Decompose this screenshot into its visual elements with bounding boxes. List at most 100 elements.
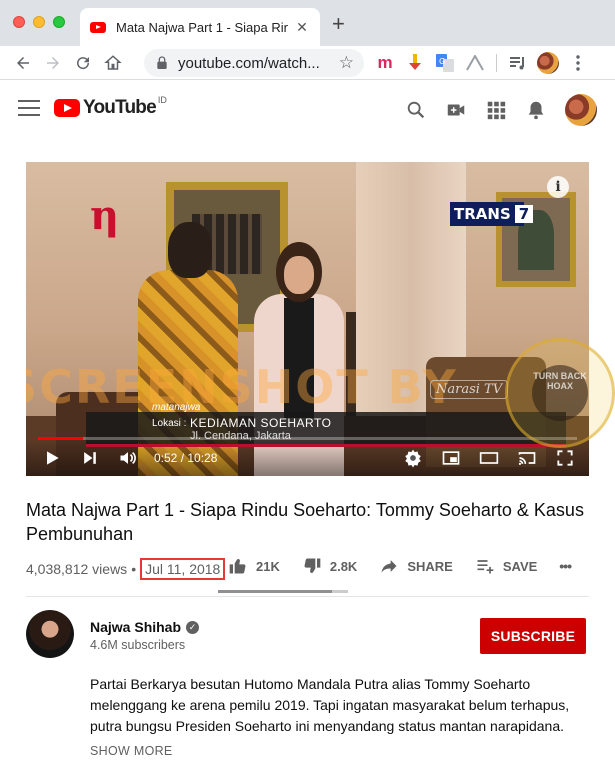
play-icon — [47, 451, 59, 465]
play-button[interactable] — [40, 446, 64, 470]
info-icon[interactable]: i — [547, 176, 569, 198]
volume-button[interactable] — [116, 446, 140, 470]
video-description: Partai Berkarya besutan Hutomo Mandala P… — [90, 676, 570, 734]
save-button[interactable]: SAVE — [475, 556, 537, 576]
verified-check-icon: ✓ — [186, 620, 200, 634]
notifications-bell-icon[interactable] — [525, 99, 547, 121]
screenshot-watermark: SCREENSHOT BY — [26, 360, 458, 414]
youtube-header: YouTube ID — [0, 80, 615, 136]
dislike-count: 2.8K — [329, 558, 358, 574]
more-actions-button[interactable]: ••• — [559, 558, 572, 574]
subscriber-count: 4.6M subscribers — [90, 638, 186, 652]
skip-next-icon — [84, 452, 96, 464]
broadcaster-number: 7 — [514, 205, 534, 223]
toolbar-separator — [496, 54, 497, 72]
maximize-window-button[interactable] — [53, 16, 65, 28]
meta-separator: • — [131, 561, 137, 577]
thumbs-down-icon — [304, 558, 321, 573]
video-title: Mata Najwa Part 1 - Siapa Rindu Soeharto… — [26, 500, 584, 544]
apps-grid-icon[interactable] — [485, 99, 507, 121]
time-display: 0:52 / 10:28 — [154, 451, 217, 465]
search-icon[interactable] — [405, 99, 427, 121]
share-icon — [381, 560, 397, 573]
miniplayer-button[interactable] — [439, 446, 463, 470]
view-count: 4,038,812 views — [26, 561, 128, 577]
account-avatar[interactable] — [565, 94, 597, 126]
settings-button[interactable] — [401, 446, 425, 470]
host-tag: matanajwa — [152, 402, 201, 413]
theater-mode-button[interactable] — [477, 446, 501, 470]
browser-toolbar: youtube.com/watch... ☆ m G — [0, 46, 615, 80]
forward-button[interactable] — [38, 49, 68, 77]
arrow-left-icon — [17, 56, 29, 69]
extensions-area: m G — [370, 51, 593, 75]
share-button[interactable]: SHARE — [379, 556, 453, 576]
vector-extension-icon[interactable] — [460, 51, 490, 75]
section-divider — [26, 596, 589, 597]
reload-button[interactable] — [68, 49, 98, 77]
video-actions: 21K 2.8K SHARE SAVE ••• — [228, 556, 572, 576]
profile-avatar-icon[interactable] — [533, 51, 563, 75]
fullscreen-icon — [557, 450, 573, 466]
theater-icon — [479, 452, 499, 464]
browser-menu-icon[interactable] — [563, 51, 593, 75]
youtube-logo-text: YouTube — [83, 97, 157, 118]
tab-close-icon[interactable]: ✕ — [294, 19, 310, 35]
gear-icon — [405, 449, 421, 468]
google-translate-extension-icon[interactable]: G — [430, 51, 460, 75]
like-count: 21K — [256, 558, 280, 574]
time-separator: / — [177, 451, 188, 465]
channel-avatar[interactable] — [26, 610, 74, 658]
next-button[interactable] — [78, 446, 102, 470]
back-button[interactable] — [8, 49, 38, 77]
window-controls — [13, 16, 65, 28]
home-button[interactable] — [98, 49, 128, 77]
media-playlist-icon[interactable] — [503, 51, 533, 75]
trans7-logo: TRANS 7 — [450, 202, 534, 226]
mendeley-extension-icon[interactable]: m — [370, 51, 400, 75]
fullscreen-button[interactable] — [553, 446, 577, 470]
youtube-play-logo-icon — [54, 99, 80, 117]
browser-tab[interactable]: Mata Najwa Part 1 - Siapa Rindu ✕ — [80, 8, 320, 46]
header-actions — [405, 94, 597, 126]
arrow-right-icon — [47, 56, 59, 69]
miniplayer-icon — [442, 451, 460, 465]
url-text: youtube.com/watch... — [178, 54, 320, 72]
channel-name-row[interactable]: Najwa Shihab ✓ — [90, 619, 200, 635]
bookmark-star-icon[interactable]: ☆ — [339, 53, 354, 73]
broadcaster-name: TRANS — [454, 205, 511, 223]
minimize-window-button[interactable] — [33, 16, 45, 28]
location-label: Lokasi : — [152, 418, 187, 429]
tab-strip: Mata Najwa Part 1 - Siapa Rindu ✕ + — [0, 0, 615, 46]
share-label: SHARE — [407, 558, 453, 574]
video-controls: 0:52 / 10:28 — [26, 440, 589, 476]
narasi-watermark: Narasi TV — [430, 380, 509, 399]
youtube-logo[interactable]: YouTube ID — [54, 95, 167, 119]
country-code: ID — [157, 95, 167, 105]
address-bar[interactable]: youtube.com/watch... ☆ — [144, 49, 364, 77]
youtube-favicon-icon — [90, 21, 106, 33]
thumbs-up-icon — [229, 559, 246, 574]
create-video-icon[interactable] — [445, 99, 467, 121]
like-button[interactable]: 21K — [228, 556, 280, 576]
volume-icon — [120, 451, 136, 465]
svg-text:G: G — [439, 57, 445, 66]
new-tab-button[interactable]: + — [332, 13, 345, 35]
turnbackhoax-emblem: TURN BACK HOAX — [505, 338, 615, 448]
mata-najwa-logo: η — [90, 192, 120, 239]
video-player[interactable]: η i TRANS 7 SCREENSHOT BY Narasi TV Lokas… — [26, 162, 589, 476]
location-name: KEDIAMAN SOEHARTO — [190, 416, 332, 430]
subscribe-button[interactable]: SUBSCRIBE — [480, 618, 586, 654]
sentiment-bar — [218, 590, 348, 593]
cast-button[interactable] — [515, 446, 539, 470]
channel-name[interactable]: Najwa Shihab — [90, 619, 181, 635]
sentiment-fill — [218, 590, 333, 593]
close-window-button[interactable] — [13, 16, 25, 28]
time-total: 10:28 — [187, 451, 218, 465]
tab-title: Mata Najwa Part 1 - Siapa Rindu — [116, 19, 288, 35]
show-more-button[interactable]: SHOW MORE — [90, 744, 173, 758]
menu-icon[interactable] — [18, 100, 40, 116]
dislike-button[interactable]: 2.8K — [302, 556, 357, 576]
emblem-text: TURN BACK HOAX — [532, 365, 588, 421]
download-extension-icon[interactable] — [400, 51, 430, 75]
